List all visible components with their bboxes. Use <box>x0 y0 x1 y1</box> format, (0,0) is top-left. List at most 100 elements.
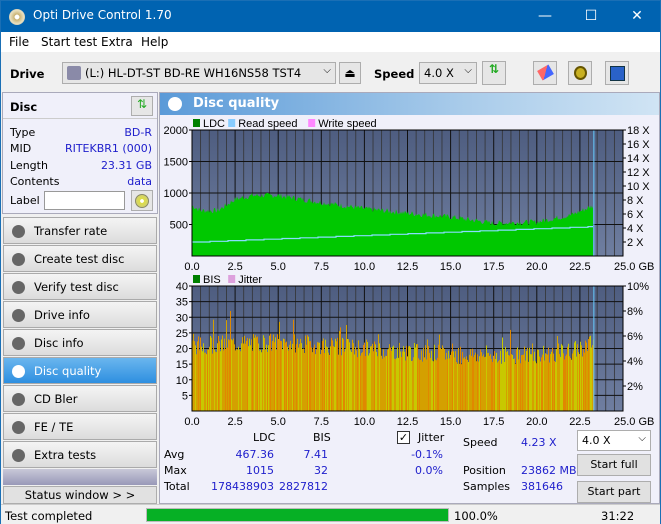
x-tick-label: 2.5 <box>227 416 242 428</box>
disc-icon <box>12 449 25 462</box>
minimize-button[interactable]: — <box>522 1 568 32</box>
y-tick-label: 2000 <box>164 125 188 137</box>
eject-icon: ⏏ <box>344 66 356 80</box>
y2-tick-label: 18 X <box>627 125 650 137</box>
test-speed-select[interactable]: 4.0 X ⌵ <box>577 430 651 451</box>
disc-title: Disc <box>10 100 38 114</box>
legend-swatch <box>228 119 236 127</box>
nav-label: Drive info <box>34 308 90 322</box>
y-tick-label: 30 <box>176 312 188 324</box>
nav-spacer <box>3 469 157 485</box>
title-bar: Opti Drive Control 1.70 — ☐ ✕ <box>1 1 660 32</box>
erase-button[interactable] <box>533 61 557 85</box>
x-tick-label: 25.0 GB <box>614 261 654 273</box>
y2-tick-label: 2 X <box>627 237 644 249</box>
y-tick-label: 35 <box>176 297 188 309</box>
x-tick-label: 20.0 <box>526 261 547 273</box>
menu-bar: File Start test Extra Help <box>1 32 660 52</box>
chevron-down-icon: ⌵ <box>638 433 646 444</box>
close-button[interactable]: ✕ <box>614 1 660 32</box>
x-tick-label: 20.0 <box>526 416 547 428</box>
nav-label: CD Bler <box>34 392 78 406</box>
x-tick-label: 0.0 <box>184 416 199 428</box>
window-title: Opti Drive Control 1.70 <box>33 8 172 22</box>
eraser-icon <box>537 64 554 81</box>
nav-cd-bler[interactable]: CD Bler <box>3 385 157 412</box>
disc-quality-icon <box>168 97 182 111</box>
disc-quality-panel: Disc quality LDC Read speed Write speed 500… <box>159 92 660 504</box>
max-bis: 32 <box>314 464 328 477</box>
menu-file[interactable]: File <box>9 35 29 49</box>
legend-swatch <box>308 119 316 127</box>
disc-icon <box>12 281 25 294</box>
x-tick-label: 7.5 <box>314 261 329 273</box>
total-bis: 2827812 <box>279 480 328 493</box>
x-tick-label: 5.0 <box>271 416 286 428</box>
app-window: Opti Drive Control 1.70 — ☐ ✕ File Start… <box>0 0 661 524</box>
menu-help[interactable]: Help <box>141 35 168 49</box>
legend-label: LDC <box>203 118 225 130</box>
nav-extra-tests[interactable]: Extra tests <box>3 441 157 468</box>
x-tick-label: 22.5 <box>569 416 590 428</box>
drive-select[interactable]: (L:) HL-DT-ST BD-RE WH16NS58 TST4 ⌵ <box>62 62 336 84</box>
x-tick-label: 10.0 <box>354 261 375 273</box>
max-ldc: 1015 <box>246 464 274 477</box>
disc-icon <box>12 337 25 350</box>
nav-transfer-rate[interactable]: Transfer rate <box>3 217 157 244</box>
nav-disc-info[interactable]: Disc info <box>3 329 157 356</box>
x-tick-label: 5.0 <box>271 261 286 273</box>
legend-label: BIS <box>203 274 221 286</box>
y2-tick-label: 10% <box>627 281 649 293</box>
disc-icon <box>12 365 25 378</box>
speed-select[interactable]: 4.0 X ⌵ <box>419 62 477 84</box>
disc-label-input[interactable] <box>44 191 125 210</box>
nav-disc-quality[interactable]: Disc quality <box>3 357 157 384</box>
jitter-checkbox[interactable]: ✓ <box>397 431 410 444</box>
length-label: Length <box>10 159 48 172</box>
x-tick-label: 15.0 <box>440 261 461 273</box>
y2-tick-label: 8 X <box>627 195 644 207</box>
y-tick-label: 500 <box>170 220 188 232</box>
nav-label: Disc quality <box>34 364 102 378</box>
nav-fe-te[interactable]: FE / TE <box>3 413 157 440</box>
eject-button[interactable]: ⏏ <box>339 62 361 84</box>
disc-panel-header: Disc ⇅ <box>3 93 157 119</box>
legend-swatch <box>193 275 200 283</box>
menu-extra[interactable]: Extra <box>101 35 133 49</box>
type-label: Type <box>10 126 36 139</box>
start-part-button[interactable]: Start part <box>577 481 651 503</box>
refresh-button[interactable]: ⇅ <box>482 61 506 85</box>
nav-label: Transfer rate <box>34 224 108 238</box>
length-value: 23.31 GB <box>100 159 152 172</box>
swap-arrows-icon: ⇅ <box>136 97 148 111</box>
type-value: BD-R <box>124 126 152 139</box>
progress-fill <box>147 509 448 521</box>
nav-create-test-disc[interactable]: Create test disc <box>3 245 157 272</box>
disc-refresh-button[interactable]: ⇅ <box>131 96 153 116</box>
drive-value: (L:) HL-DT-ST BD-RE WH16NS58 TST4 <box>85 66 302 80</box>
panel-title: Disc quality <box>193 96 280 111</box>
y2-tick-label: 4 X <box>627 223 644 235</box>
disc-label-button[interactable] <box>131 190 153 211</box>
app-disc-icon <box>9 9 25 25</box>
drive-icon <box>67 66 81 80</box>
legend-label: Jitter <box>238 274 262 286</box>
legend-swatch <box>193 119 200 127</box>
y-tick-label: 1500 <box>164 157 188 169</box>
menu-start-test[interactable]: Start test <box>41 35 97 49</box>
save-button[interactable] <box>605 61 629 85</box>
progress-bar <box>146 508 449 522</box>
maximize-button[interactable]: ☐ <box>568 1 614 32</box>
nav-drive-info[interactable]: Drive info <box>3 301 157 328</box>
cd-icon <box>135 194 149 208</box>
start-full-button[interactable]: Start full <box>577 454 651 476</box>
samples-value: 381646 <box>521 480 563 493</box>
disc-icon <box>12 309 25 322</box>
status-window-button[interactable]: Status window > > <box>3 486 157 504</box>
nav-label: FE / TE <box>34 420 74 434</box>
nav-verify-test-disc[interactable]: Verify test disc <box>3 273 157 300</box>
ldc-column-header: LDC <box>253 431 276 444</box>
mid-value: RITEKBR1 (000) <box>64 142 152 155</box>
drive-label: Drive <box>10 67 45 81</box>
settings-button[interactable] <box>568 61 592 85</box>
